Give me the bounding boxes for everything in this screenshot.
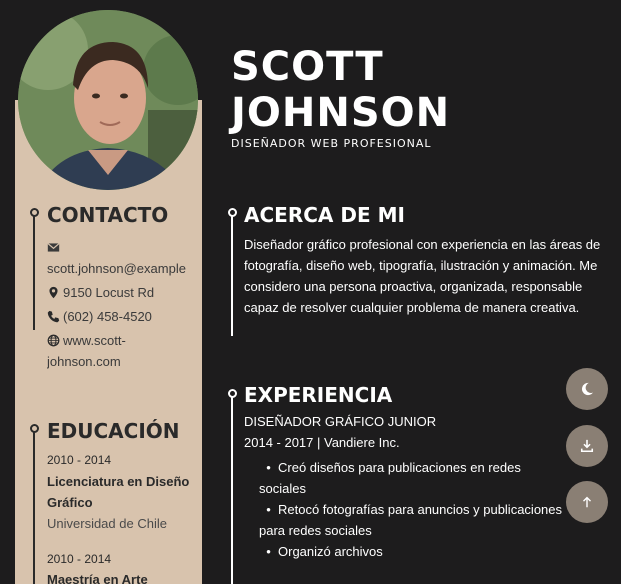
list-item: • Retocó fotografías para anuncios y publ… [259, 502, 563, 538]
education-school: Universidad de Chile [47, 516, 167, 531]
dark-mode-button[interactable] [566, 368, 608, 410]
email-link[interactable]: scott.johnson@example.c [47, 258, 187, 279]
education-heading: EDUCACIÓN [47, 419, 180, 443]
about-text: Diseñador gráfico profesional con experi… [244, 237, 601, 315]
phone-row: (602) 458-4520 [47, 306, 187, 327]
job-title: DISEÑADOR GRÁFICO JUNIOR [244, 414, 437, 429]
job-subtitle: DISEÑADOR WEB PROFESIONAL [231, 137, 432, 150]
address-row: 9150 Locust Rd [47, 282, 187, 303]
download-icon [580, 439, 594, 453]
education-timeline-line [33, 432, 35, 584]
address-text: 9150 Locust Rd [63, 285, 155, 300]
map-pin-icon [49, 286, 58, 299]
globe-icon [47, 334, 60, 347]
education-date: 2010 - 2014 [47, 552, 112, 566]
envelope-icon [47, 242, 60, 252]
about-heading: ACERCA DE MI [244, 203, 405, 227]
contact-heading: CONTACTO [47, 203, 169, 227]
contact-timeline-line [33, 216, 35, 330]
job-date: 2014 - 2017 | Vandiere Inc. [244, 435, 400, 450]
profile-photo [18, 10, 198, 190]
name-line-last: JOHNSON [231, 90, 451, 136]
experience-timeline-line [231, 397, 233, 584]
portrait-image [18, 10, 198, 190]
education-date: 2010 - 2014 [47, 453, 112, 467]
website-row: www.scott-johnson.com [47, 330, 147, 372]
list-item: • Organizó archivos [259, 544, 383, 559]
phone-text: (602) 458-4520 [63, 309, 152, 324]
page-title: SCOTT JOHNSON [231, 44, 450, 136]
education-degree: Licenciatura en Diseño Gráfico [47, 474, 190, 510]
experience-heading: EXPERIENCIA [244, 383, 393, 407]
about-timeline-line [231, 216, 233, 336]
list-item: • Creó diseños para publicaciones en rede… [259, 460, 521, 496]
education-degree: Maestría en Arte [47, 572, 148, 584]
moon-icon [581, 382, 594, 396]
email-label-icon-row [47, 237, 187, 258]
download-button[interactable] [566, 425, 608, 467]
scroll-top-button[interactable] [566, 481, 608, 523]
arrow-up-icon [583, 496, 591, 508]
phone-icon [47, 310, 60, 323]
name-line-first: SCOTT [231, 44, 384, 90]
job-task-list: • Creó diseños para publicaciones en rede… [259, 457, 569, 562]
